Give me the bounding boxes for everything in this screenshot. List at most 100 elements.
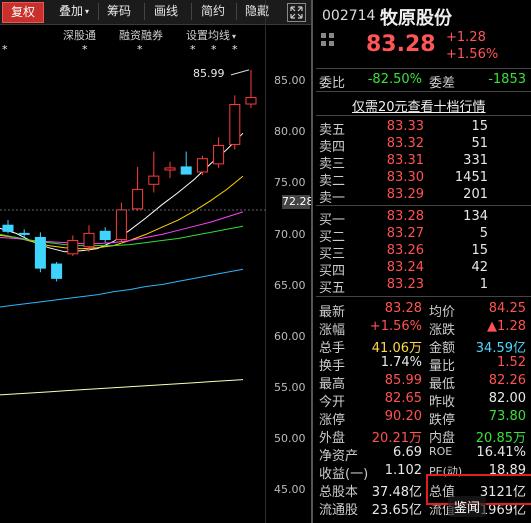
stat-value: 20.21万 (371, 431, 422, 446)
candle-body (213, 144, 225, 165)
stat-label: ROE (429, 445, 453, 458)
candle-body (245, 97, 257, 105)
price-change: +1.28 (446, 30, 486, 45)
ask-level-label: 卖一 (319, 191, 346, 206)
grid-menu-icon[interactable] (320, 32, 336, 48)
y-tick-label: 80.00 (274, 125, 306, 138)
candle-body (18, 232, 30, 235)
stat-label: 量比 (429, 359, 456, 374)
y-tick-label: 60.00 (274, 330, 306, 343)
stat-label: 今开 (319, 395, 346, 410)
divider (316, 205, 531, 206)
stat-value: 90.20 (384, 409, 422, 424)
stat-label: 涨幅 (319, 323, 346, 338)
high-marker-arrow (230, 69, 250, 76)
stat-label: 涨跌 (429, 323, 456, 338)
candle-body (2, 224, 14, 232)
stat-value: 83.28 (384, 301, 422, 316)
stat-label: 涨停 (319, 413, 346, 428)
y-tick-label: 45.00 (274, 483, 306, 496)
ask-volume: 201 (463, 187, 488, 202)
candle-body (83, 232, 95, 248)
stat-value: 82.00 (488, 391, 526, 406)
stat-value: 1.52 (497, 355, 526, 370)
ask-volume: 15 (471, 119, 488, 134)
bid-volume: 5 (479, 226, 488, 241)
ask-volume: 331 (463, 153, 488, 168)
order-diff-value: -1853 (488, 72, 526, 87)
y-tick-label: 75.00 (274, 176, 306, 189)
stat-label: 总股本 (319, 485, 359, 500)
candle-body (99, 230, 111, 241)
panel-divider (311, 0, 313, 523)
stat-label: 外盘 (319, 431, 346, 446)
stat-value: +1.56% (369, 319, 422, 334)
divider (316, 68, 531, 69)
divider (316, 296, 531, 297)
order-diff-label: 委差 (429, 76, 456, 91)
stat-value: 84.25 (488, 301, 526, 316)
stat-label: 总手 (319, 341, 346, 356)
bid-volume: 134 (463, 209, 488, 224)
stat-label: 跌停 (429, 413, 456, 428)
stat-label: 最高 (319, 377, 346, 392)
price-change-percent: +1.56% (446, 47, 499, 62)
stock-code: 002714 (322, 8, 376, 24)
last-price: 83.28 (366, 32, 436, 57)
stat-value: 41.06万 (371, 341, 422, 356)
candle-body (196, 158, 208, 173)
stat-value: 82.26 (488, 373, 526, 388)
bid-volume: 1 (479, 277, 488, 292)
y-tick-label: 65.00 (274, 279, 306, 292)
stat-label: 均价 (429, 305, 456, 320)
bid-volume: 42 (471, 260, 488, 275)
candle-body (148, 175, 160, 185)
candle-body (229, 104, 241, 145)
ask-price: 83.32 (386, 136, 424, 151)
stat-label: 换手 (319, 359, 346, 374)
stat-label: 金额 (429, 341, 456, 356)
ask-price: 83.30 (386, 170, 424, 185)
stat-value: 20.85万 (475, 431, 526, 446)
bid-price: 83.24 (386, 260, 424, 275)
stat-value: ▲1.28 (487, 319, 526, 334)
candle-body (67, 240, 79, 255)
bid-level-label: 买五 (319, 281, 346, 296)
expand-icon[interactable] (287, 3, 306, 22)
candlestick-chart[interactable]: 85.99 (0, 0, 266, 523)
ask-price: 83.31 (386, 153, 424, 168)
candle-body (164, 167, 176, 171)
stat-label: 净资产 (319, 449, 359, 464)
bid-price: 83.27 (386, 226, 424, 241)
stat-value: 37.48亿 (371, 485, 422, 500)
stat-label: 内盘 (429, 431, 456, 446)
y-tick-label: 55.00 (274, 381, 306, 394)
ask-price: 83.29 (386, 187, 424, 202)
candle-body (132, 188, 144, 210)
stat-value: 73.80 (488, 409, 526, 424)
candle-body (180, 166, 192, 175)
stat-label: 最新 (319, 305, 346, 320)
ma-line (0, 268, 244, 308)
level2-upgrade-link[interactable]: 仅需20元查看十档行情 (352, 96, 486, 115)
stat-label: 最低 (429, 377, 456, 392)
watermark: 鉴闻 (448, 496, 487, 517)
order-ratio-value: -82.50% (367, 72, 422, 87)
ask-volume: 51 (471, 136, 488, 151)
stat-value: 23.65亿 (371, 503, 422, 518)
stat-value: 82.65 (384, 391, 422, 406)
candle-body (51, 263, 63, 279)
y-tick-label: 85.00 (274, 74, 306, 87)
order-ratio-label: 委比 (319, 76, 346, 91)
divider (316, 91, 531, 92)
stat-value: 34.59亿 (475, 341, 526, 356)
ask-volume: 1451 (454, 170, 488, 185)
stat-label: 昨收 (429, 395, 456, 410)
high-price-label: 85.99 (193, 67, 225, 80)
candle-body (115, 209, 127, 241)
bid-price: 83.26 (386, 243, 424, 258)
bid-volume: 15 (471, 243, 488, 258)
stat-value: 16.41% (476, 445, 526, 460)
stat-value: 1.102 (384, 463, 422, 478)
stat-label: 流通股 (319, 503, 359, 518)
